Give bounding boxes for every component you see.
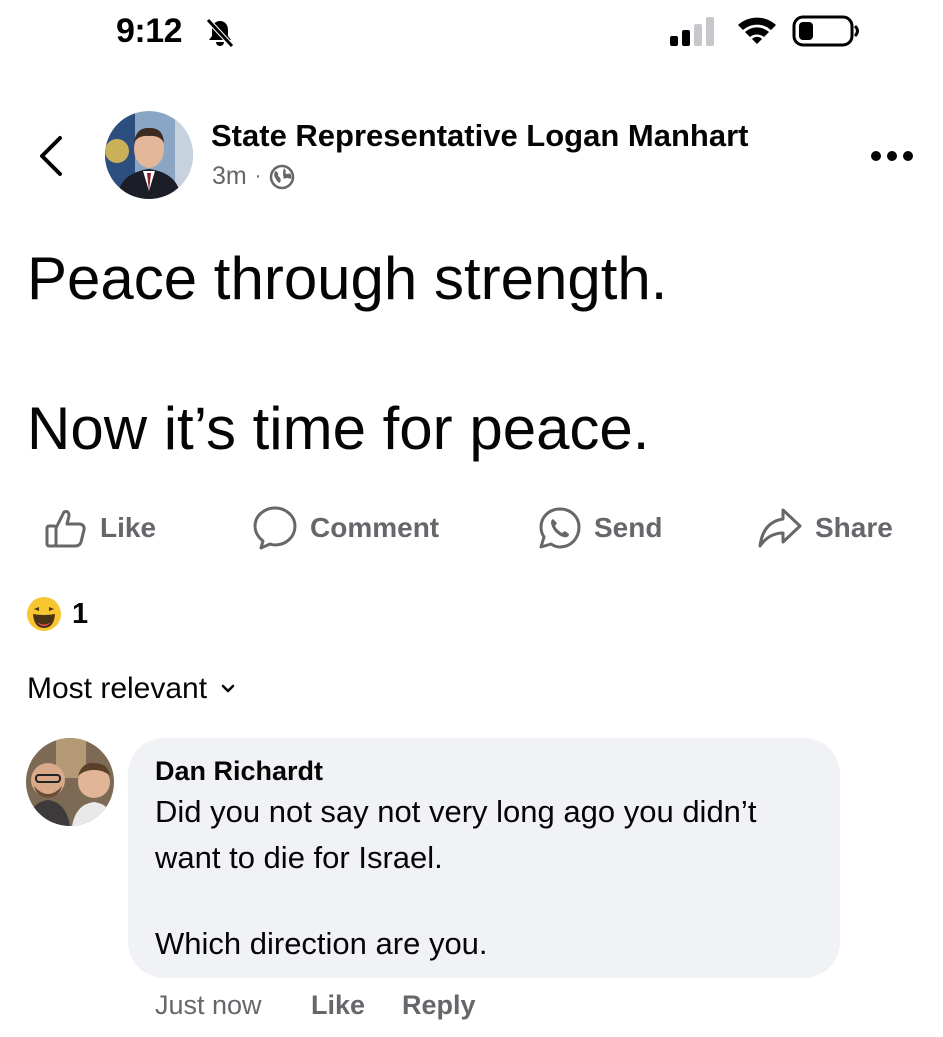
haha-emoji-icon [27, 597, 61, 631]
share-button[interactable]: Share [757, 504, 893, 552]
comment-sort-dropdown[interactable]: Most relevant [27, 672, 235, 706]
cellular-signal-icon [670, 17, 714, 46]
post-author-name[interactable]: State Representative Logan Manhart [211, 118, 748, 154]
comment-timestamp: Just now [155, 990, 262, 1020]
post-text-line: Now it’s time for peace. [27, 395, 650, 462]
meta-separator: · [254, 165, 262, 187]
commenter-avatar[interactable] [26, 738, 114, 826]
share-arrow-icon [758, 508, 802, 548]
comment-bubble-icon [253, 506, 297, 550]
author-photo [105, 111, 193, 199]
back-arrow-icon[interactable] [36, 134, 66, 178]
send-button[interactable]: Send [538, 504, 662, 552]
like-button[interactable]: Like [44, 504, 156, 552]
comment-text-line: want to die for Israel. [155, 840, 443, 875]
reaction-summary[interactable]: 1 [26, 596, 88, 632]
comment-author-name[interactable]: Dan Richardt [155, 756, 323, 787]
comment-button[interactable]: Comment [252, 504, 439, 552]
more-options-icon[interactable] [870, 146, 914, 166]
wifi-icon [738, 17, 776, 44]
whatsapp-icon [539, 507, 581, 549]
share-label: Share [815, 512, 893, 543]
post-text-line: Peace through strength. [27, 245, 668, 312]
post-timestamp[interactable]: 3m [212, 162, 247, 191]
thumbs-up-icon [45, 510, 86, 548]
globe-icon [270, 164, 295, 189]
comment-label: Comment [310, 512, 440, 543]
send-label: Send [594, 512, 663, 543]
status-time: 9:12 [116, 12, 183, 50]
comment-text-line: Which direction are you. [155, 926, 488, 961]
sort-label: Most relevant [27, 672, 208, 705]
battery-icon [792, 15, 859, 47]
reaction-count: 1 [72, 597, 89, 630]
chevron-down-icon [221, 684, 235, 693]
comment-text-line: Did you not say not very long ago you di… [155, 794, 757, 829]
author-avatar[interactable] [105, 111, 193, 199]
commenter-photo [26, 738, 114, 826]
comment-reply-button[interactable]: Reply [402, 990, 476, 1021]
like-label: Like [100, 512, 157, 543]
post-meta: 3m · [212, 162, 295, 191]
comment-like-button[interactable]: Like [311, 990, 365, 1021]
bell-muted-icon [206, 18, 234, 48]
